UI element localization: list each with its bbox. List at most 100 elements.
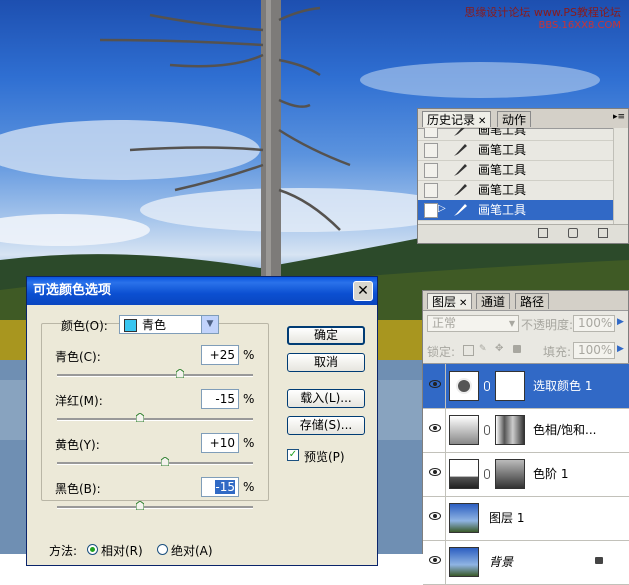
magenta-label: 洋红(M): [55, 394, 103, 408]
layer-row[interactable]: 背景 [423, 540, 629, 585]
blend-mode-select[interactable]: 正常 ▼ [427, 315, 519, 332]
color-swatch [124, 319, 137, 332]
preview-checkbox[interactable]: ✓ [287, 449, 299, 461]
tab-actions-label: 动作 [502, 113, 527, 127]
layer-mask-thumbnail[interactable] [495, 371, 525, 401]
layer-mask-thumbnail[interactable] [495, 415, 525, 445]
yellow-slider-thumb[interactable] [160, 457, 169, 466]
tab-history[interactable]: 历史记录 ✕ [422, 111, 492, 127]
layer-mask-thumbnail[interactable] [495, 459, 525, 489]
tab-channels-label: 通道 [481, 295, 506, 309]
cyan-slider-thumb[interactable] [175, 369, 184, 378]
history-item[interactable]: 画笔工具 [418, 160, 614, 181]
tab-layers[interactable]: 图层 ✕ [427, 293, 473, 309]
fill-field[interactable]: 100% [573, 342, 615, 359]
history-item[interactable]: ▷ 画笔工具 [418, 200, 614, 221]
dialog-titlebar[interactable]: 可选颜色选项 ✕ [27, 277, 377, 305]
lock-icon [595, 557, 603, 564]
history-scrollbar[interactable] [613, 128, 628, 226]
blend-mode-value: 正常 [432, 316, 457, 330]
layer-thumbnail [449, 547, 479, 577]
layer-name: 背景 [489, 555, 514, 569]
save-button[interactable]: 存储(S)... [287, 416, 365, 435]
ok-button-label: 确定 [313, 328, 338, 342]
chevron-down-icon[interactable]: ▼ [201, 316, 218, 333]
history-tabs: 历史记录 ✕ 动作 ▸≡ [418, 109, 628, 129]
close-button[interactable]: ✕ [353, 281, 373, 301]
black-unit: % [243, 480, 255, 494]
link-chain-icon[interactable] [484, 469, 490, 479]
history-source-checkbox[interactable] [424, 143, 438, 158]
magenta-value: -15 [215, 392, 235, 406]
opacity-label: 不透明度: [521, 318, 574, 332]
close-icon[interactable]: ✕ [478, 116, 486, 127]
history-source-checkbox[interactable] [424, 183, 438, 198]
divider [445, 452, 446, 496]
history-list: 画笔工具 画笔工具 画笔工具 画笔工具 ▷ 画笔工具 [418, 128, 614, 226]
cyan-input[interactable]: +25 [201, 345, 239, 365]
cancel-button[interactable]: 取消 [287, 353, 365, 372]
visibility-eye-icon[interactable] [429, 512, 441, 520]
new-document-from-state-icon[interactable] [538, 228, 548, 238]
black-slider-thumb[interactable] [136, 501, 145, 510]
lock-paint-icon[interactable]: ✎ [479, 345, 488, 354]
cyan-value: +25 [209, 348, 235, 362]
history-item[interactable]: 画笔工具 [418, 180, 614, 201]
visibility-eye-icon[interactable] [429, 380, 441, 388]
color-select-value: 青色 [142, 318, 167, 332]
close-icon[interactable]: ✕ [459, 298, 467, 309]
hue-saturation-icon [449, 415, 479, 445]
magenta-input[interactable]: -15 [201, 389, 239, 409]
history-source-checkbox[interactable] [424, 128, 438, 138]
relative-radio[interactable] [87, 544, 98, 555]
visibility-eye-icon[interactable] [429, 556, 441, 564]
fill-arrow-icon[interactable]: ▶ [617, 344, 624, 354]
visibility-eye-icon[interactable] [429, 424, 441, 432]
layer-name: 选取颜色 1 [533, 379, 593, 393]
panel-menu-icon[interactable]: ▸≡ [613, 112, 625, 122]
cyan-slider-track[interactable] [57, 374, 253, 377]
layer-row[interactable]: 色相/饱和... [423, 408, 629, 453]
color-select[interactable]: 青色 ▼ [119, 315, 219, 334]
lock-transparent-icon[interactable] [463, 345, 474, 356]
opacity-arrow-icon[interactable]: ▶ [617, 317, 624, 327]
watermark-line2: BBS.16XX8.COM [538, 20, 621, 31]
link-chain-icon[interactable] [484, 381, 490, 391]
trash-icon[interactable] [598, 228, 608, 238]
cancel-button-label: 取消 [313, 355, 338, 369]
history-state-arrow-icon: ▷ [438, 203, 446, 214]
black-input[interactable]: -15 [201, 477, 239, 497]
link-chain-icon[interactable] [484, 425, 490, 435]
lock-all-icon[interactable] [513, 345, 521, 353]
magenta-slider-track[interactable] [57, 418, 253, 421]
layers-panel: 图层 ✕ 通道 路径 正常 ▼ 不透明度: 100% ▶ 锁定: ✎ ✥ 填充: 1… [422, 290, 629, 585]
visibility-eye-icon[interactable] [429, 468, 441, 476]
camera-snapshot-icon[interactable] [568, 228, 578, 238]
save-button-label: 存储(S)... [299, 418, 353, 432]
history-item-label: 画笔工具 [478, 128, 527, 137]
lock-move-icon[interactable]: ✥ [495, 344, 503, 354]
tab-paths[interactable]: 路径 [515, 293, 550, 309]
load-button-label: 载入(L)... [300, 391, 352, 405]
history-source-checkbox[interactable] [424, 163, 438, 178]
tab-actions[interactable]: 动作 [497, 111, 532, 127]
history-item[interactable]: 画笔工具 [418, 140, 614, 161]
layer-row[interactable]: 选取颜色 1 [423, 364, 629, 409]
load-button[interactable]: 载入(L)... [287, 389, 365, 408]
yellow-slider-track[interactable] [57, 462, 253, 465]
yellow-input[interactable]: +10 [201, 433, 239, 453]
layer-row[interactable]: 图层 1 [423, 496, 629, 541]
black-value: -15 [215, 480, 235, 494]
watermark: 思缘设计论坛 www.PS教程论坛 BBS.16XX8.COM [464, 6, 621, 32]
magenta-slider-thumb[interactable] [136, 413, 145, 422]
history-source-checkbox[interactable] [424, 203, 438, 218]
brush-icon [454, 144, 467, 156]
opacity-field[interactable]: 100% [573, 315, 615, 332]
ok-button[interactable]: 确定 [287, 326, 365, 345]
brush-icon [454, 128, 465, 136]
layer-row[interactable]: 色阶 1 [423, 452, 629, 497]
yellow-value: +10 [209, 436, 235, 450]
black-slider-track[interactable] [57, 506, 253, 509]
tab-channels[interactable]: 通道 [476, 293, 511, 309]
absolute-radio[interactable] [157, 544, 168, 555]
